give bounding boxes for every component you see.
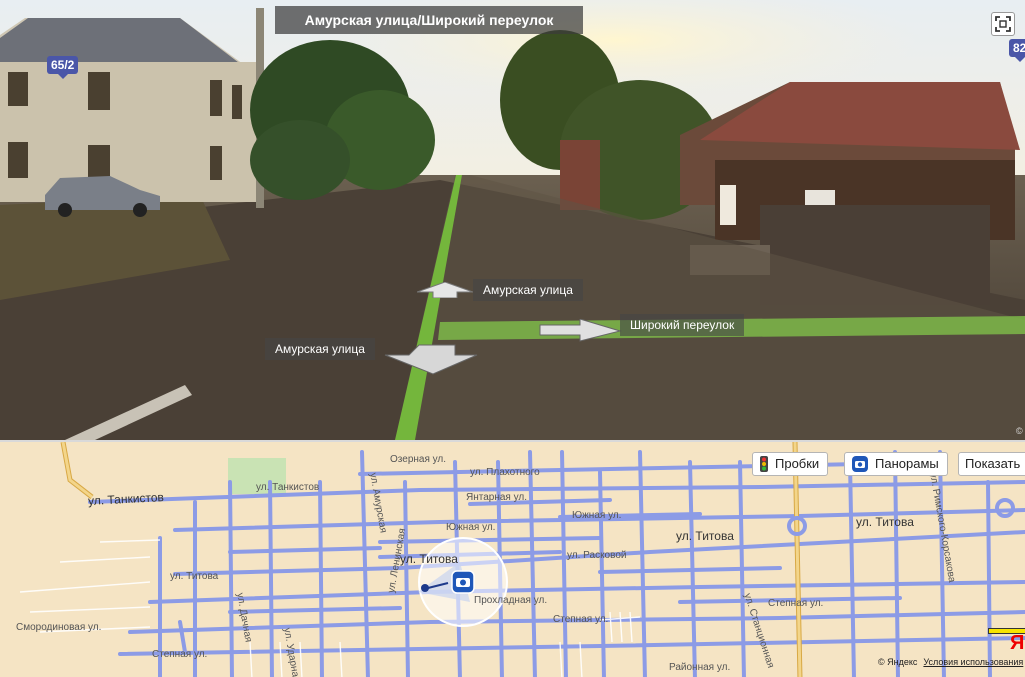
panorama-scene[interactable] bbox=[0, 0, 1025, 440]
panoramas-button-label: Панорамы bbox=[875, 456, 939, 471]
arrow-down-icon[interactable] bbox=[383, 343, 479, 375]
map-view[interactable]: ул. Танкистов ул. Танкистов Озерная ул. … bbox=[0, 440, 1025, 677]
street-label: Смородиновая ул. bbox=[16, 622, 102, 633]
panorama-camera-icon bbox=[852, 456, 868, 472]
street-label: Южная ул. bbox=[446, 522, 496, 533]
expand-icon bbox=[995, 16, 1011, 32]
street-label: ул. Танкистов bbox=[256, 482, 320, 493]
nav-label-right[interactable]: Широкий переулок bbox=[620, 314, 745, 336]
yandex-logo: Я bbox=[1010, 632, 1025, 654]
street-label: Степная ул. bbox=[152, 649, 208, 660]
panorama-copyright: © bbox=[1016, 426, 1023, 436]
map-copyright: © Яндекс bbox=[878, 657, 918, 667]
fullscreen-button[interactable] bbox=[991, 12, 1015, 36]
panorama-view[interactable]: Амурская улица/Широкий переулок 65/2 82 … bbox=[0, 0, 1025, 440]
house-number-badge: 82 bbox=[1009, 39, 1025, 62]
street-label: ул. Титова bbox=[676, 529, 734, 543]
nav-label-back[interactable]: Амурская улица bbox=[265, 338, 375, 360]
street-label: Янтарная ул. bbox=[466, 492, 528, 503]
nav-label-forward[interactable]: Амурская улица bbox=[473, 279, 583, 301]
street-label: ул. Титова bbox=[400, 552, 458, 566]
terms-link[interactable]: Условия использования bbox=[923, 657, 1023, 667]
traffic-button-label: Пробки bbox=[775, 456, 820, 471]
panoramas-button[interactable]: Панорамы bbox=[844, 452, 948, 476]
panorama-camera-icon[interactable] bbox=[451, 570, 475, 594]
map-footer: © Яндекс Условия использования bbox=[878, 657, 1023, 667]
panorama-title: Амурская улица/Широкий переулок bbox=[275, 6, 583, 34]
arrow-right-icon[interactable] bbox=[538, 319, 622, 343]
house-number-badge: 65/2 bbox=[47, 56, 79, 79]
traffic-light-icon bbox=[760, 456, 768, 472]
traffic-button[interactable]: Пробки bbox=[752, 452, 829, 476]
show-button[interactable]: Показать bbox=[958, 452, 1025, 476]
street-label: ул. Титова bbox=[856, 515, 914, 529]
street-label: ул. Расковой bbox=[567, 550, 627, 561]
street-label: ул. Титова bbox=[170, 571, 219, 582]
street-label: Южная ул. bbox=[572, 510, 622, 521]
street-label: Озерная ул. bbox=[390, 454, 447, 465]
street-label: Степная ул. bbox=[553, 614, 609, 625]
street-label: Степная ул. bbox=[768, 598, 824, 609]
street-label: Районная ул. bbox=[669, 662, 731, 673]
show-button-label: Показать bbox=[965, 456, 1021, 471]
street-label: Прохладная ул. bbox=[474, 595, 548, 606]
street-label: ул. Плахотного bbox=[470, 467, 540, 478]
arrow-up-icon[interactable] bbox=[417, 282, 473, 298]
